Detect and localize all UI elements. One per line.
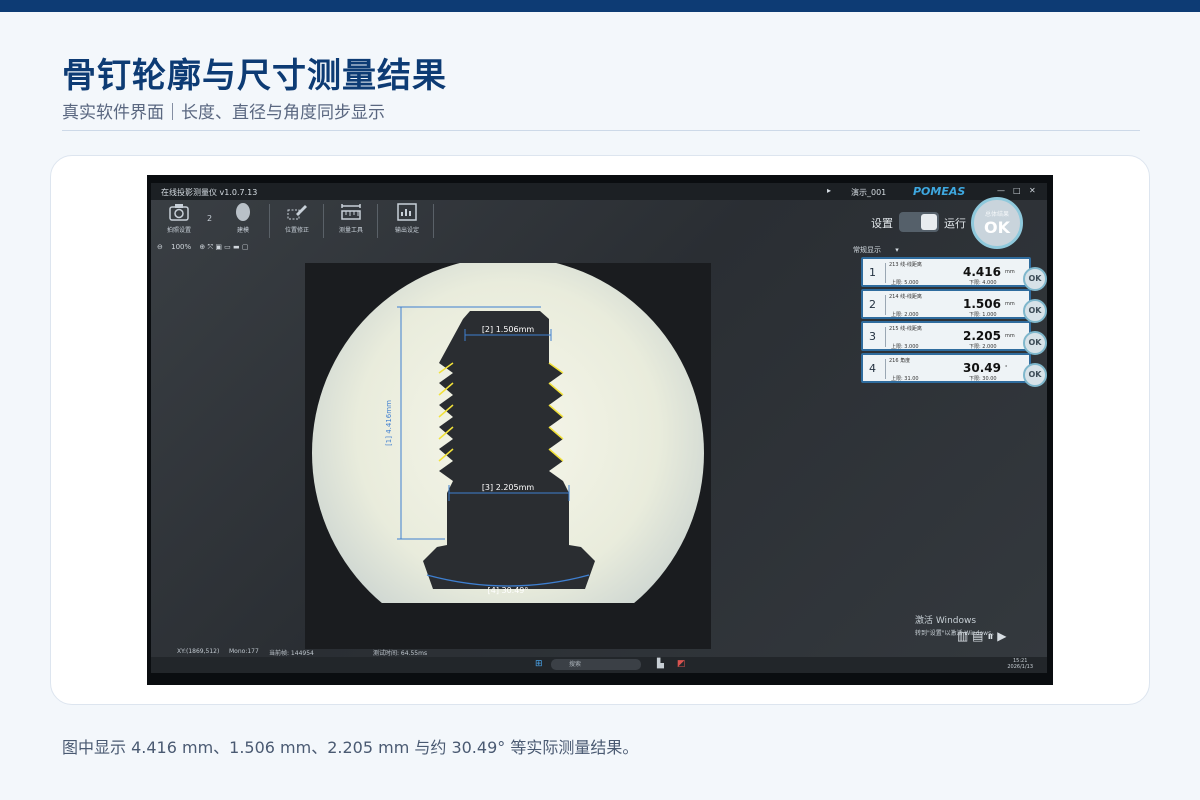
taskbar-app-icon[interactable]: ▙	[657, 659, 664, 669]
brand-logo: POMEAS	[913, 185, 966, 198]
figure-caption: 图中显示 4.416 mm、1.506 mm、2.205 mm 与约 30.49…	[62, 738, 639, 757]
toolbar-position-correct[interactable]: 位置修正	[277, 202, 317, 234]
toolbar-separator	[269, 204, 270, 238]
window-titlebar: 在线投影测量仪 v1.0.7.13 ▸ 演示_001 POMEAS — □ ✕	[151, 183, 1047, 200]
upper-limit: 5.000	[904, 280, 919, 286]
maximize-icon[interactable]: □	[1013, 186, 1021, 195]
result-row[interactable]: 4 216 角度 30.49 ° 上限: 31.00 下限: 30.00	[861, 353, 1031, 383]
snapshot-icon[interactable]: ▣	[215, 243, 222, 251]
toolbar-measure-tool[interactable]: 测量工具	[331, 202, 371, 234]
lower-limit: 2.000	[982, 344, 997, 350]
dim2-label: [2] 1.506mm	[482, 325, 535, 334]
taskbar-app-icon[interactable]: ◩	[677, 659, 686, 669]
result-row[interactable]: 1 213 线-线距离 4.416 mm 上限: 5.000 下限: 4.000	[861, 257, 1031, 287]
result-value: 30.49	[963, 361, 1001, 375]
close-icon[interactable]: ✕	[1029, 186, 1036, 195]
results-panel: 1 213 线-线距离 4.416 mm 上限: 5.000 下限: 4.000…	[861, 257, 1031, 385]
settings-label[interactable]: 设置	[871, 215, 893, 231]
monitor-photo: 在线投影测量仪 v1.0.7.13 ▸ 演示_001 POMEAS — □ ✕ …	[147, 175, 1053, 685]
window-icon[interactable]: ▭	[224, 243, 231, 251]
zoom-out-icon[interactable]: ⊖	[157, 243, 163, 251]
upper-limit: 2.000	[904, 312, 919, 318]
window-title: 在线投影测量仪 v1.0.7.13	[161, 188, 258, 197]
lower-limit: 30.00	[982, 376, 997, 382]
lower-limit: 4.000	[982, 280, 997, 286]
chevron-down-icon: ▾	[895, 246, 899, 254]
camera-icon	[169, 204, 189, 221]
top-accent-bar	[0, 0, 1200, 12]
export-file-icon[interactable]: ▤	[972, 629, 983, 643]
run-toggle[interactable]	[899, 212, 939, 232]
toolbar-model[interactable]: 建模	[223, 202, 263, 234]
toolbar-output-settings[interactable]: 输出设定	[387, 202, 427, 234]
page-title: 骨钉轮廓与尺寸测量结果	[62, 56, 447, 96]
bar-chart-icon[interactable]: ▥	[957, 629, 968, 643]
upper-limit: 3.000	[904, 344, 919, 350]
bottom-controls: ▥ ▤ ⏸ ▶	[957, 629, 1006, 644]
zoom-bar: ⊖ 100% ⊕ ⤧ ▣ ▭ ▬ ▢	[157, 243, 249, 257]
zoom-in-icon[interactable]: ⊕	[199, 243, 205, 251]
layout-icon[interactable]: ▬	[233, 243, 240, 251]
pause-icon[interactable]: ⏸	[987, 629, 993, 643]
ok-status-badge: OK	[1023, 299, 1047, 323]
toolbar-separator	[433, 204, 434, 238]
frame-icon[interactable]: ▢	[242, 243, 249, 251]
windows-start-icon[interactable]: ⊞	[535, 659, 543, 669]
minimize-icon[interactable]: —	[997, 186, 1005, 195]
result-row[interactable]: 3 215 线-线距离 2.205 mm 上限: 3.000 下限: 2.000	[861, 321, 1031, 351]
toolbar-separator	[323, 204, 324, 238]
header-divider	[62, 130, 1140, 131]
windows-taskbar: ⊞ 搜索 ▙ ◩ 15:21 2026/1/13	[151, 657, 1047, 673]
toolbar-separator	[377, 204, 378, 238]
run-label[interactable]: 运行	[944, 215, 966, 231]
taskbar-search[interactable]: 搜索	[551, 659, 641, 670]
overall-result-badge: 总体结果 OK	[971, 197, 1023, 249]
ok-status-badge: OK	[1023, 331, 1047, 355]
fit-screen-icon[interactable]: ⤧	[207, 243, 213, 251]
toolbar-camera-settings[interactable]: 拍照设置	[159, 202, 199, 234]
output-chart-icon	[397, 203, 417, 221]
ok-status-badge: OK	[1023, 363, 1047, 387]
dim1-label: [1] 4.416mm	[385, 400, 393, 446]
measurement-viewport[interactable]: [1] 4.416mm [2] 1.506mm [3] 2.205mm [4] …	[305, 257, 711, 649]
step-number: 2	[207, 214, 213, 223]
toggle-knob	[921, 214, 937, 230]
play-icon[interactable]: ▶	[997, 629, 1006, 643]
result-value: 1.506	[963, 297, 1001, 311]
ok-status-badge: OK	[1023, 267, 1047, 291]
ruler-tool-icon	[341, 204, 361, 220]
page-subtitle: 真实软件界面｜长度、直径与角度同步显示	[62, 103, 385, 123]
system-clock[interactable]: 15:21 2026/1/13	[1007, 658, 1033, 670]
dim4-label: [4] 30.49°	[488, 586, 529, 595]
file-label: 演示_001	[851, 188, 887, 197]
play-arrow-icon[interactable]: ▸	[827, 186, 831, 195]
software-screen: 在线投影测量仪 v1.0.7.13 ▸ 演示_001 POMEAS — □ ✕ …	[151, 183, 1047, 673]
display-mode-dropdown[interactable]: 常规显示 ▾	[853, 245, 899, 255]
lower-limit: 1.000	[982, 312, 997, 318]
result-value: 2.205	[963, 329, 1001, 343]
zoom-level: 100%	[171, 243, 192, 251]
result-row[interactable]: 2 214 线-线距离 1.506 mm 上限: 2.000 下限: 1.000	[861, 289, 1031, 319]
dim3-label: [3] 2.205mm	[482, 483, 535, 492]
result-value: 4.416	[963, 265, 1001, 279]
person-model-icon	[236, 203, 250, 221]
position-correct-icon	[287, 205, 307, 220]
upper-limit: 31.00	[904, 376, 919, 382]
screw-image: [1] 4.416mm [2] 1.506mm [3] 2.205mm [4] …	[305, 257, 711, 649]
